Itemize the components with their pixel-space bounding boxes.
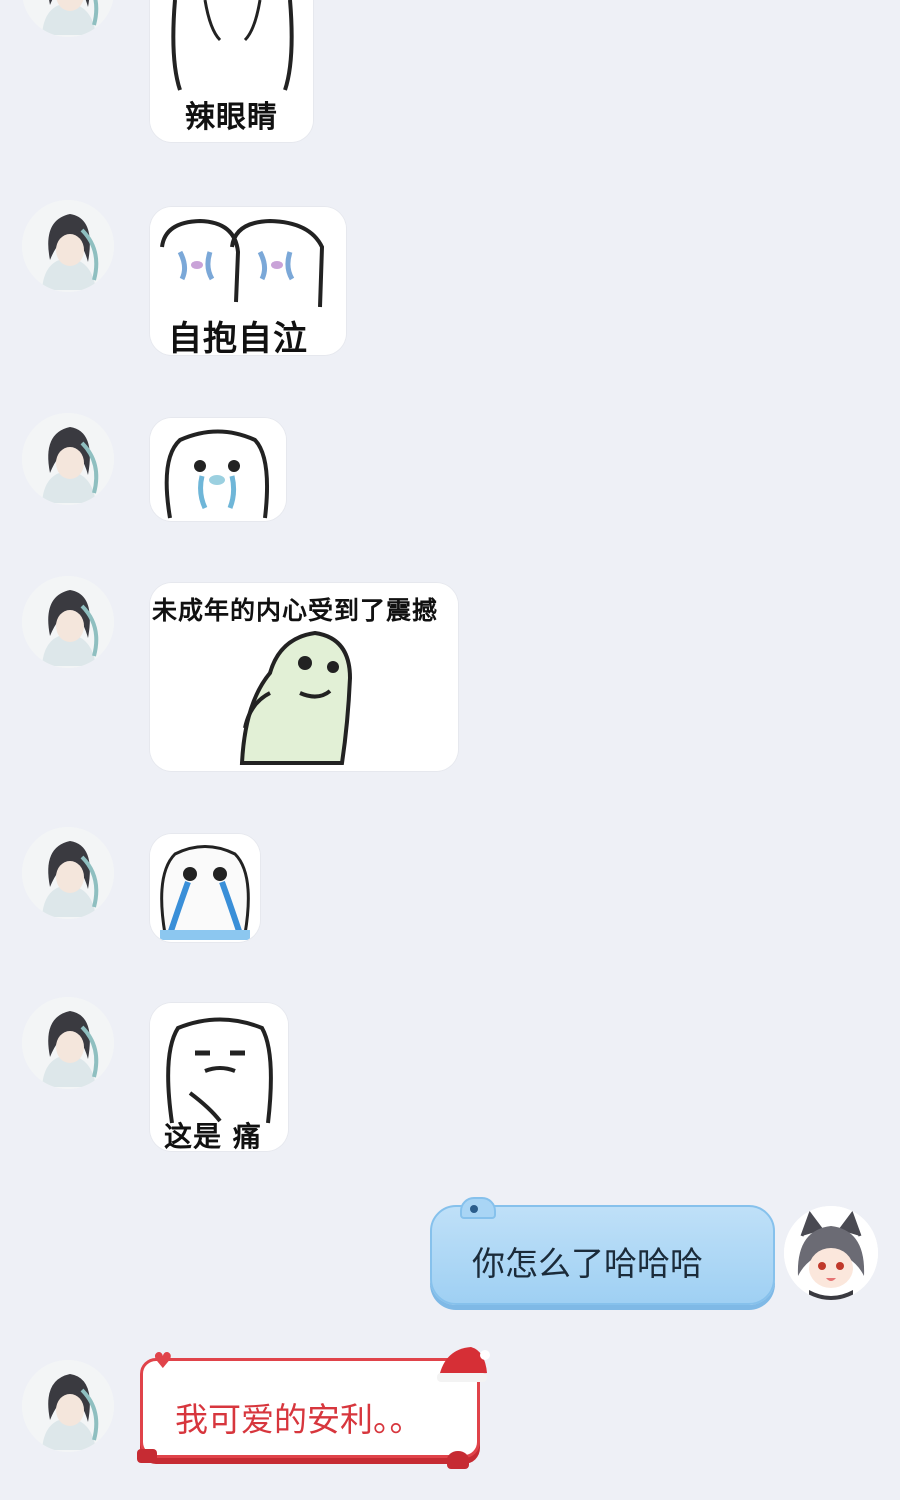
- friend-avatar[interactable]: [22, 0, 114, 37]
- chat-message-list: 辣眼睛 自抱自泣 未成年的内心受到了震撼 这是 痛 你怎么了哈哈哈 ♥ 我可爱的…: [0, 0, 900, 1500]
- ribbon-icon: [447, 1451, 469, 1469]
- friend-avatar[interactable]: [22, 827, 114, 919]
- outgoing-message-bubble[interactable]: 你怎么了哈哈哈: [430, 1197, 775, 1305]
- sticker-image[interactable]: 未成年的内心受到了震撼: [150, 583, 458, 771]
- friend-avatar[interactable]: [22, 200, 114, 292]
- self-avatar[interactable]: [784, 1206, 878, 1300]
- sticker-image[interactable]: 辣眼睛: [150, 0, 313, 142]
- anime-boy-icon: [22, 576, 114, 668]
- incoming-message-bubble[interactable]: ♥ 我可爱的安利。。: [137, 1347, 490, 1469]
- sticker-caption: 这是 痛: [164, 1120, 262, 1151]
- anime-boy-icon: [22, 413, 114, 505]
- santa-hat-icon: [435, 1343, 491, 1383]
- sticker-caption: 自抱自泣: [168, 319, 308, 355]
- cat-girl-icon: [784, 1206, 878, 1300]
- sticker-caption: 未成年的内心受到了震撼: [152, 596, 439, 625]
- anime-boy-icon: [22, 0, 114, 37]
- friend-avatar[interactable]: [22, 413, 114, 505]
- bubble-eye-icon: [470, 1205, 478, 1213]
- bear-crying-drawing: [150, 418, 286, 521]
- sticker-image[interactable]: 这是 痛: [150, 1003, 288, 1151]
- anime-boy-icon: [22, 997, 114, 1089]
- ribbon-icon: [137, 1449, 157, 1463]
- sticker-image[interactable]: [150, 834, 260, 942]
- friend-avatar[interactable]: [22, 1360, 114, 1452]
- tearful-blob-drawing: [150, 834, 260, 942]
- anime-boy-icon: [22, 200, 114, 292]
- anime-boy-icon: [22, 1360, 114, 1452]
- sticker-image[interactable]: [150, 418, 286, 521]
- sticker-caption: 辣眼睛: [185, 100, 278, 135]
- sticker-image[interactable]: 自抱自泣: [150, 207, 346, 355]
- bubble-decoration-icon: [460, 1197, 496, 1219]
- friend-avatar[interactable]: [22, 997, 114, 1089]
- anime-boy-icon: [22, 827, 114, 919]
- message-text: 我可爱的安利。。: [175, 1400, 423, 1439]
- friend-avatar[interactable]: [22, 576, 114, 668]
- message-text: 你怎么了哈哈哈: [472, 1244, 703, 1283]
- heart-icon: ♥: [153, 1349, 173, 1374]
